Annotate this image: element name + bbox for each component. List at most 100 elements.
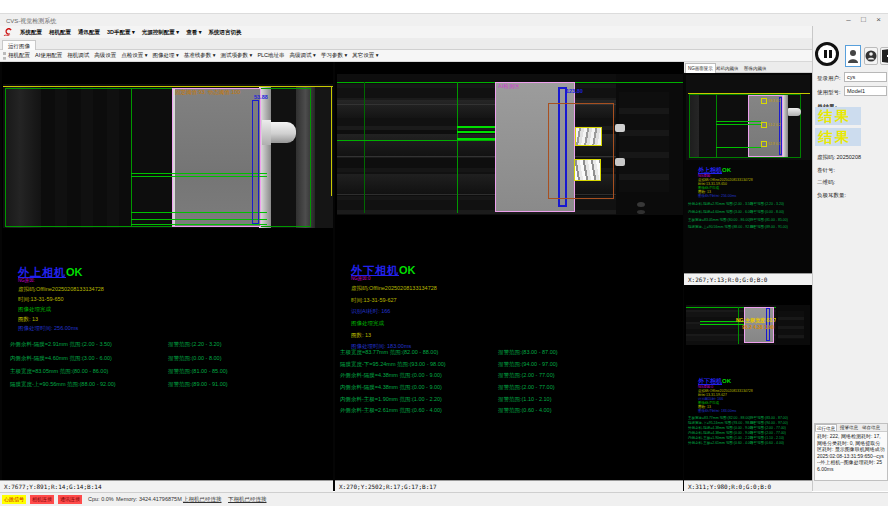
mini-image-lower[interactable]: NG:主极宽度 83.7 95.2 4.38 1.90: [686, 305, 810, 345]
model-input[interactable]: Model1: [844, 86, 887, 96]
user-button-active[interactable]: [845, 45, 861, 67]
result-box-1: 结果: [815, 107, 861, 125]
tool-camera-config[interactable]: 相机配置: [8, 52, 30, 59]
memory-usage: Memory: 3424.41796875M: [116, 496, 182, 502]
camera-image-upper[interactable]: 53.88 固定阈值:93, 动态阈值:100: [3, 84, 333, 228]
tool-camera-debug[interactable]: 相机调试: [67, 52, 89, 59]
upper-camera-status: 上相机已经连接: [183, 496, 222, 503]
mini-row: 隔膜宽度-上=90.56mm 范围:(88.00 - 92.00): [688, 225, 755, 229]
pink-roi-box: [172, 88, 261, 227]
tab-run-image[interactable]: 运行图像: [2, 40, 36, 50]
time-line: 时间:13-31-59-627: [351, 297, 397, 304]
green-roi-frame: [5, 88, 311, 227]
coords-bar-lower: X:270;Y:2502;R:17;G:17;B:17: [335, 480, 683, 492]
menu-item-light-config[interactable]: 光源控制配置 ▾: [142, 29, 179, 36]
mini-row-alarm: 报警范围:(2.20 - 3.20): [750, 202, 784, 206]
tab-strip: 运行图像: [0, 38, 812, 50]
measure-row: 内侧余料-隔膜=4.38mm 范围:(0.00 - 9.00): [340, 384, 442, 391]
result-box-2: 结果: [815, 128, 861, 146]
mini-proc-line: 图像处理时间: 183.00ms: [698, 409, 736, 413]
camera-link-badge: 相机连接: [30, 495, 54, 504]
mini-row-alarm: 报警范围:(2.00 - 77.00): [750, 431, 786, 435]
login-user-input[interactable]: cys: [844, 72, 887, 82]
alarm-range: 报警范围:(2.20 - 3.20): [168, 341, 222, 348]
mini-proc-line: 图像处理时间: 256.00ms: [698, 194, 736, 198]
mini-image-upper[interactable]: 58.3 0.1 51.2 0.2 52.9 0.1: [686, 75, 810, 160]
process-time-line: 图像处理时间: 256.00ms: [18, 325, 78, 332]
comm-link-badge: 通讯连接: [58, 495, 82, 504]
user-icon: [846, 46, 860, 66]
mini-label: 52.9 0.1: [768, 142, 781, 146]
loop-count-line: 圈数: 13: [351, 332, 371, 339]
alarm-range: 报警范围:(0.00 - 8.00): [168, 355, 222, 362]
tool-advanced-settings[interactable]: 高级设置: [94, 52, 116, 59]
menu-item-language-switch[interactable]: 系统语言切换: [208, 29, 241, 36]
measure-row: 主极宽度=83.77mm 范围:(82.00 - 88.00): [340, 349, 438, 356]
mini-row: 隔膜宽度-下=95.24mm 范围:(93.00 - 98.00): [688, 421, 755, 425]
mini-overlay-text: 95.2 4.38 1.90: [742, 324, 774, 330]
ai-time-line: 识别AI耗时: 166: [351, 308, 390, 315]
negative-tab-count-field: 负极耳数量:: [817, 192, 846, 199]
alarm-range: 报警范围:(94.00 - 97.00): [498, 361, 558, 368]
mini-row-alarm: 报警范围:(81.00 - 85.00): [750, 218, 788, 222]
measure-row: 隔膜宽度-上=90.56mm 范围:(88.00 - 92.00): [10, 381, 116, 388]
yellow-tab-box: [575, 127, 602, 146]
log-tab-storage[interactable]: 储存信息: [861, 424, 881, 431]
user-dark-button[interactable]: [864, 47, 878, 65]
measure-row: 外侧余料-隔膜=4.38mm 范围:(0.00 - 9.00): [340, 372, 442, 379]
virtual-code-field: 虚拟码: 20250208: [817, 154, 861, 161]
yellow-reference-line: [3, 86, 333, 87]
loop-count-line: 圈数: 13: [18, 316, 38, 323]
process-done-line: 图像处理完成: [18, 306, 51, 313]
coords-bar-mini-upper: X:267;Y:13;R:0;G:0;B:0: [684, 273, 812, 285]
tool-ai-use-config[interactable]: AI使用配置: [35, 52, 62, 59]
mini-row-alarm: 报警范围:(2.00 - 77.00): [750, 426, 786, 430]
mini-row-alarm: 报警范围:(83.00 - 87.00): [750, 416, 788, 420]
tool-learning-params[interactable]: 学习参数 ▾: [321, 52, 347, 59]
menu-item-view[interactable]: 查看 ▾: [186, 29, 201, 36]
tool-image-process[interactable]: 图像处理 ▾: [153, 52, 179, 59]
mini-row-alarm: 报警范围:(1.10 - 2.10): [750, 436, 784, 440]
title-bar: CVS-视觉检测系统 – □ ×: [0, 13, 888, 26]
tool-advanced-debug[interactable]: 高级调试 ▾: [290, 52, 316, 59]
mini-tab-ng-display[interactable]: NG画面显示: [685, 63, 716, 73]
blue-measure-value: 53.88: [254, 94, 268, 100]
menu-item-system-config[interactable]: 系统配置: [20, 29, 42, 36]
measure-row: 主极宽度=83.05mm 范围:(80.00 - 86.00): [10, 368, 108, 375]
alarm-range: 报警范围:(2.00 - 77.00): [498, 384, 555, 391]
log-tab-run[interactable]: 运行信息: [815, 424, 837, 431]
menu-item-comm-config[interactable]: 通讯配置: [78, 29, 100, 36]
mini-row: 主极宽度=83.77mm 范围:(82.00 - 88.00): [688, 416, 751, 420]
menu-item-3d-hand-config[interactable]: 3D手配置 ▾: [107, 29, 135, 36]
log-text: 耗时: 222, 网络检测耗时: 17, 网络分类耗时: 0, 网络提取分区耗时…: [815, 432, 887, 473]
mini-row: 内侧余料-主极=1.90mm 范围:(1.00 - 2.20): [688, 436, 753, 440]
log-tab-alarm[interactable]: 报警信息: [839, 424, 859, 431]
right-sidebar: 登录用户: cys 使用型号: Model1 总结果: 结果 结果 虚拟码: 2…: [812, 26, 888, 491]
coords-bar-upper: X:7677;Y:891;R:14;G:14;B:14: [0, 480, 333, 492]
measure-row: 隔膜宽度-下=95.24mm 范围:(93.00 - 98.00): [340, 361, 446, 368]
tool-baseline-params[interactable]: 基准线参数 ▾: [184, 52, 216, 59]
tool-check-settings[interactable]: 点检设置 ▾: [121, 52, 147, 59]
tool-other-settings[interactable]: 其它设置 ▾: [352, 52, 378, 59]
camera-image-lower[interactable]: AI检测区 123.80: [337, 74, 683, 215]
exit-button[interactable]: [880, 47, 888, 65]
mini-row: 内侧余料-隔膜=4.38mm 范围:(0.00 - 9.00): [688, 431, 753, 435]
menu-item-camera-config[interactable]: 相机配置: [49, 29, 71, 36]
threshold-label: 固定阈值:93, 动态阈值:100: [175, 89, 240, 96]
tool-plc-address[interactable]: PLC地址串: [257, 52, 284, 59]
tool-test-item-params[interactable]: 测试项参数 ▾: [221, 52, 253, 59]
brown-roi-box: [548, 103, 614, 199]
measure-row: 外侧余料-主极=2.61mm 范围:(0.60 - 4.00): [340, 407, 442, 414]
application-window: CVS-视觉检测系统 – □ × 系统配置 相机配置 通讯配置 3D手配置 ▾ …: [0, 0, 888, 522]
mini-tab-image-threshold[interactable]: 图像内阈值: [742, 64, 769, 73]
blue-measure-value-lower: 123.80: [566, 88, 583, 94]
mini-row-alarm: 报警范围:(94.00 - 97.00): [750, 421, 788, 425]
pause-button[interactable]: [815, 42, 843, 70]
mini-tab-cam-threshold[interactable]: 相机内阈值: [714, 64, 741, 73]
time-line: 时间:13-31-59-650: [18, 296, 64, 303]
measure-row: 内侧余料-主极=1.90mm 范围:(1.00 - 2.20): [340, 396, 442, 403]
model-label: 使用型号:: [817, 89, 841, 96]
window-title: CVS-视觉检测系统: [6, 17, 56, 26]
mini-row: 主极宽度=83.05mm 范围:(80.00 - 86.00): [688, 218, 751, 222]
mini-row: 内侧余料-隔膜=4.60mm 范围:(3.00 - 6.00): [688, 210, 753, 214]
